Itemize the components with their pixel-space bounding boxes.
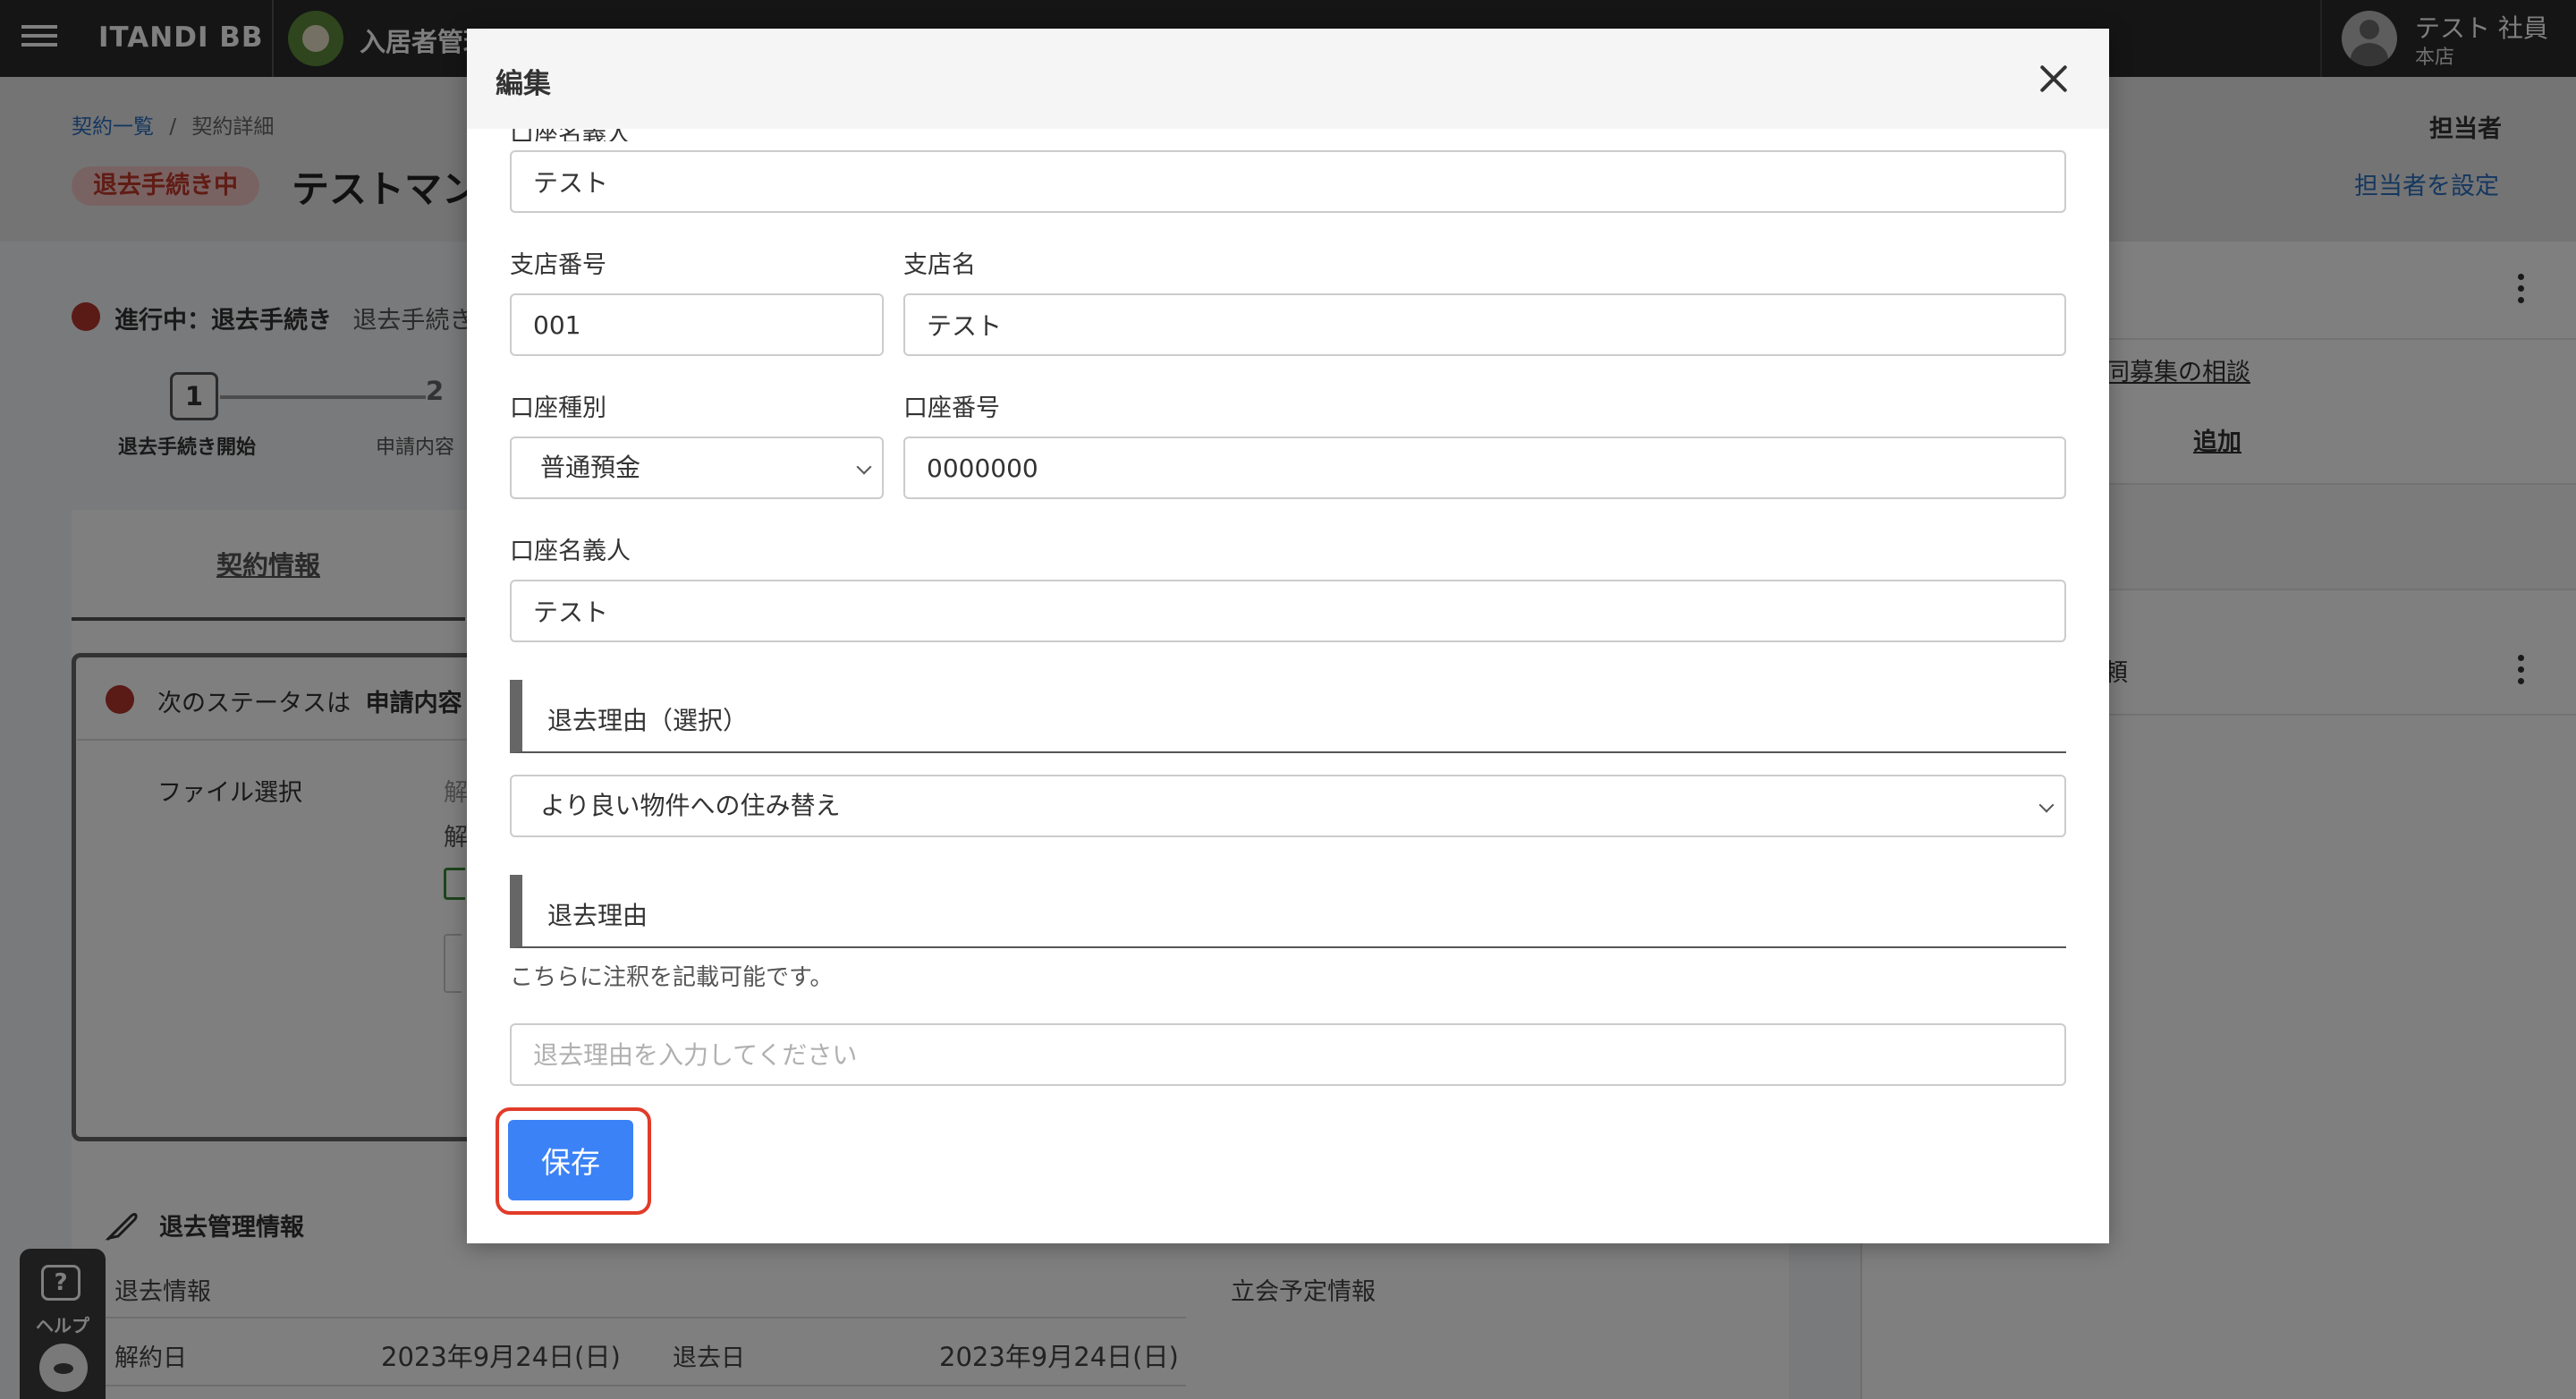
branch-number-label: 支店番号 (510, 251, 606, 279)
chevron-down-icon (2038, 797, 2055, 813)
account-type-label: 口座種別 (510, 394, 606, 422)
account-number-label: 口座番号 (903, 394, 1000, 422)
account-type-value: 普通預金 (540, 453, 641, 482)
account-type-select[interactable]: 普通預金 (510, 437, 884, 499)
close-icon[interactable] (2036, 61, 2072, 97)
exit-reason-select[interactable]: より良い物件への住み替え (510, 775, 2066, 837)
branch-name-label: 支店名 (903, 251, 976, 279)
account-holder-label: 口座名義人 (510, 538, 631, 565)
account-number-input[interactable] (903, 437, 2066, 499)
reason-select-heading: 退去理由（選択） (547, 706, 749, 735)
top-name-input[interactable] (510, 150, 2066, 213)
clipped-field-label: 口座名義人 (510, 129, 724, 141)
exit-reason-input[interactable] (510, 1023, 2066, 1086)
reason-select-section: 退去理由（選択） (510, 680, 2066, 753)
exit-reason-select-value: より良い物件への住み替え (540, 791, 841, 820)
save-button[interactable]: 保存 (508, 1120, 633, 1200)
reason-note: こちらに注釈を記載可能です。 (510, 964, 834, 991)
reason-section: 退去理由 (510, 875, 2066, 948)
edit-modal: 編集 口座名義人 支店番号 支店名 口座種別 普通預金 口座番号 口座名義人 退… (467, 29, 2109, 1243)
chevron-down-icon (856, 459, 872, 475)
modal-header: 編集 (467, 29, 2109, 129)
branch-name-input[interactable] (903, 293, 2066, 356)
account-holder-input[interactable] (510, 580, 2066, 642)
branch-number-input[interactable] (510, 293, 884, 356)
reason-heading: 退去理由 (547, 901, 648, 930)
modal-title: 編集 (496, 68, 551, 100)
clipped-field-label-text: 口座名義人 (510, 129, 724, 141)
